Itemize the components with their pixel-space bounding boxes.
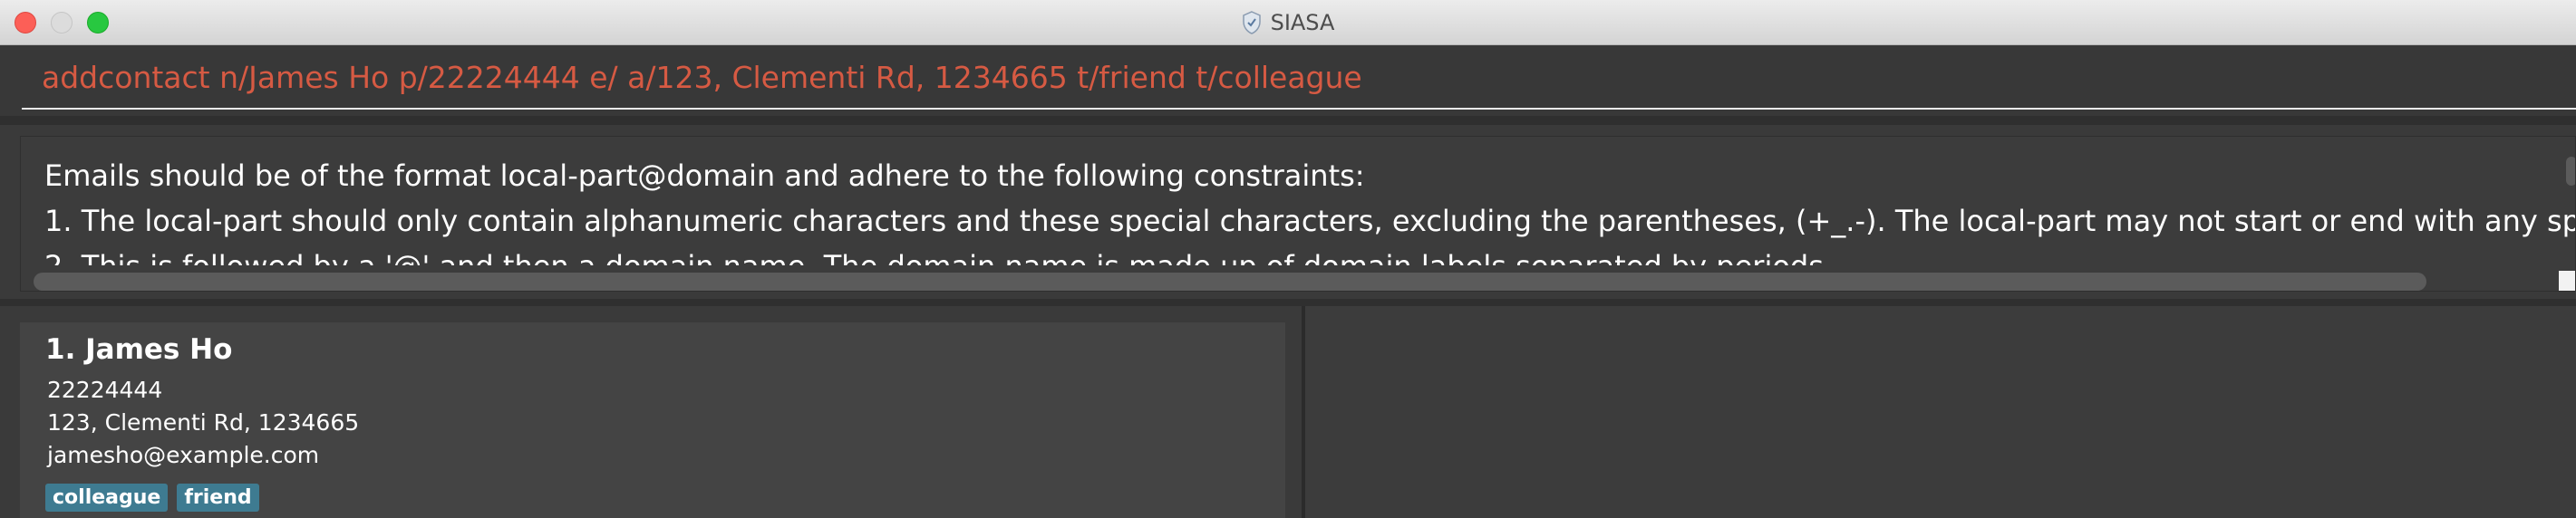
result-message: Emails should be of the format local-par… [44, 153, 2576, 265]
command-input-underline [22, 108, 2576, 110]
contact-name: 1. James Ho [45, 333, 233, 366]
title-bar: SIASA [0, 0, 2576, 45]
contact-email: jamesho@example.com [47, 442, 320, 468]
contact-tags: colleague friend [45, 484, 259, 512]
shield-icon [1242, 11, 1261, 34]
horizontal-scrollbar[interactable] [34, 273, 2426, 291]
result-line: 1. The local-part should only contain al… [44, 204, 2576, 238]
result-line: 2. This is followed by a '@' and then a … [44, 244, 2575, 265]
contact-list-panel: 1. James Ho 22224444 123, Clementi Rd, 1… [0, 306, 1302, 518]
contact-address: 123, Clementi Rd, 1234665 [47, 409, 360, 436]
result-display[interactable]: Emails should be of the format local-par… [20, 136, 2576, 292]
tag-badge: colleague [45, 484, 169, 512]
window-title: SIASA [0, 0, 2576, 45]
detail-panel [1305, 306, 2576, 518]
contact-card[interactable]: 1. James Ho 22224444 123, Clementi Rd, 1… [20, 322, 1285, 518]
tag-badge: friend [177, 484, 259, 512]
command-box: addcontact n/James Ho p/22224444 e/ a/12… [0, 45, 2576, 116]
scrollbar-corner [2559, 271, 2575, 291]
divider [0, 116, 2576, 125]
vertical-scrollbar[interactable] [2566, 157, 2575, 186]
result-display-panel: Emails should be of the format local-par… [0, 125, 2576, 299]
result-line: Emails should be of the format local-par… [44, 158, 1365, 193]
window-title-text: SIASA [1270, 10, 1335, 35]
contact-phone: 22224444 [47, 377, 163, 403]
divider [0, 299, 2576, 306]
command-input[interactable]: addcontact n/James Ho p/22224444 e/ a/12… [42, 60, 2543, 96]
